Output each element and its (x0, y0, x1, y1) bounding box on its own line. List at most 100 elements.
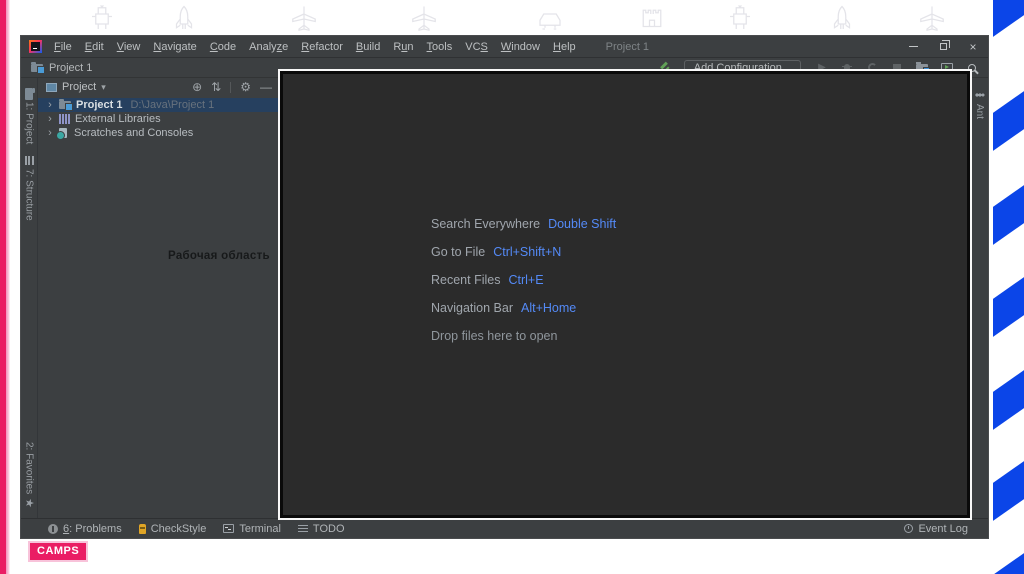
menu-vcs[interactable]: VCS (463, 41, 490, 53)
brand-logo: CAMPS (30, 543, 87, 560)
menu-run[interactable]: Run (391, 41, 415, 53)
shortcut-action-label: Navigation Bar (431, 301, 513, 315)
plane-doodle-icon (288, 4, 320, 34)
shortcut-keys: Alt+Home (521, 301, 577, 315)
right-tool-stripe: Ant (970, 78, 988, 518)
rocket-doodle-icon (168, 4, 200, 34)
shortcut-action-label: Search Everywhere (431, 217, 541, 231)
divider (230, 81, 232, 93)
minimize-icon (908, 46, 918, 47)
menu-help[interactable]: Help (551, 41, 578, 53)
shortcut-hint: Go to File Ctrl+Shift+N (431, 246, 616, 259)
maximize-restore-button[interactable] (928, 36, 958, 57)
castle-doodle-icon (636, 4, 668, 34)
maximize-restore-icon (939, 40, 950, 50)
menu-edit[interactable]: Edit (83, 41, 106, 53)
shortcut-keys: Ctrl+E (508, 273, 544, 287)
editor-area-highlight: Search Everywhere Double Shift Go to File C… (278, 69, 972, 520)
blue-stripe (993, 277, 1024, 337)
status-item-terminal[interactable]: Terminal (223, 523, 281, 535)
project-panel: Project ▾ ⊕ ⇅ ⚙ — › Project 1 D:\Java\Proj… (38, 78, 280, 518)
terminal-icon (223, 524, 235, 533)
tree-item-label: Project 1 (76, 99, 123, 111)
project-folder-icon (59, 99, 73, 111)
project-view-label: Project (62, 81, 97, 93)
blue-stripe (993, 0, 1024, 37)
locate-icon[interactable]: ⊕ (192, 80, 202, 94)
tool-window-tab-label: Ant (974, 104, 985, 120)
blue-stripe (993, 370, 1024, 430)
window-controls: × (898, 36, 988, 57)
chevron-right-icon[interactable]: › (46, 113, 54, 125)
settings-gear-icon[interactable]: ⚙ (240, 80, 251, 94)
intellij-logo-icon (29, 40, 42, 53)
menu-navigate[interactable]: Navigate (151, 41, 198, 53)
close-button[interactable]: × (958, 36, 988, 57)
menu-code[interactable]: Code (208, 41, 238, 53)
tree-item-label: External Libraries (75, 113, 161, 125)
star-icon: ★ (23, 498, 35, 508)
chevron-right-icon[interactable]: › (46, 99, 54, 111)
panel-header-icons: ⊕ ⇅ ⚙ — (192, 80, 272, 94)
menu-analyze[interactable]: Analyze (247, 41, 290, 53)
project-folder-icon (31, 61, 45, 74)
navigation-breadcrumb[interactable]: Project 1 (31, 61, 93, 74)
robot-doodle-icon (86, 4, 118, 34)
presentation-slide: CAMPS File Edit View Navigate Code Analyze Ref… (0, 0, 1024, 574)
tree-item-path: D:\Java\Project 1 (130, 99, 215, 111)
event-log-label: Event Log (918, 522, 968, 535)
tool-window-tab-label: 2: Favorites (23, 441, 35, 494)
chevron-down-icon: ▾ (101, 81, 106, 92)
tool-window-tab-label: 7: Structure (23, 169, 35, 221)
checkstyle-icon (138, 523, 146, 534)
left-tool-stripe: 1: Project 7: Structure 2: Favorites ★ (21, 78, 38, 518)
drop-files-hint: Drop files here to open (431, 329, 558, 343)
plane-doodle-icon (916, 4, 948, 34)
slide-annotation-label: Рабочая область (168, 250, 270, 262)
shortcut-hint: Navigation Bar Alt+Home (431, 302, 616, 315)
event-log-button[interactable]: Event Log (904, 523, 968, 535)
breadcrumb-label: Project 1 (49, 61, 93, 74)
project-view-icon (46, 82, 57, 92)
minimize-button[interactable] (898, 36, 928, 57)
blue-stripe (993, 91, 1024, 151)
menu-tools[interactable]: Tools (425, 41, 455, 53)
hide-panel-icon[interactable]: — (260, 80, 272, 94)
blue-stripe (993, 461, 1024, 521)
editor-shortcut-hints: Search Everywhere Double Shift Go to File C… (431, 218, 616, 343)
folder-icon (25, 88, 33, 100)
project-tree: › Project 1 D:\Java\Project 1 › External Lib… (38, 96, 280, 140)
project-view-dropdown[interactable]: Project ▾ (46, 81, 106, 93)
status-bar-items: 6: Problems CheckStyle Terminal TODO (48, 523, 345, 535)
chevron-right-icon[interactable]: › (46, 127, 54, 139)
menu-file[interactable]: File (52, 41, 74, 53)
shortcut-hint: Recent Files Ctrl+E (431, 274, 616, 287)
status-item-label: 6: Problems (63, 522, 122, 535)
tool-window-tab-1-project[interactable]: 1: Project (23, 88, 35, 145)
blue-stripe (993, 553, 1024, 574)
menu-build[interactable]: Build (354, 41, 382, 53)
menu-refactor[interactable]: Refactor (299, 41, 345, 53)
collapse-all-icon[interactable]: ⇅ (211, 80, 221, 94)
status-item-checkstyle[interactable]: CheckStyle (138, 523, 206, 535)
tool-window-tab-ant[interactable]: Ant (974, 90, 985, 119)
tool-window-tab-2-favorites[interactable]: 2: Favorites ★ (23, 441, 35, 508)
plane-doodle-icon (408, 4, 440, 34)
menu-window[interactable]: Window (499, 41, 542, 53)
menu-view[interactable]: View (115, 41, 143, 53)
tree-row[interactable]: › External Libraries (38, 112, 280, 126)
robot-doodle-icon (724, 4, 756, 34)
tree-row[interactable]: › Scratches and Consoles (38, 126, 280, 140)
tool-window-tab-label: 1: Project (23, 102, 35, 145)
tool-window-tab-7-structure[interactable]: 7: Structure (24, 156, 35, 221)
tree-row[interactable]: › Project 1 D:\Java\Project 1 (38, 98, 280, 112)
slide-blue-stripes (993, 0, 1024, 574)
blue-stripe (993, 185, 1024, 245)
status-bar: 6: Problems CheckStyle Terminal TODO Event … (21, 518, 988, 538)
shortcut-keys: Double Shift (548, 217, 617, 231)
status-item-todo[interactable]: TODO (297, 523, 345, 535)
project-panel-header: Project ▾ ⊕ ⇅ ⚙ — (38, 78, 280, 96)
status-item-6-problems[interactable]: 6: Problems (48, 523, 122, 535)
menu-bar: File Edit View Navigate Code Analyze Refactor B… (52, 41, 578, 53)
shortcut-action-label: Recent Files (431, 273, 501, 287)
